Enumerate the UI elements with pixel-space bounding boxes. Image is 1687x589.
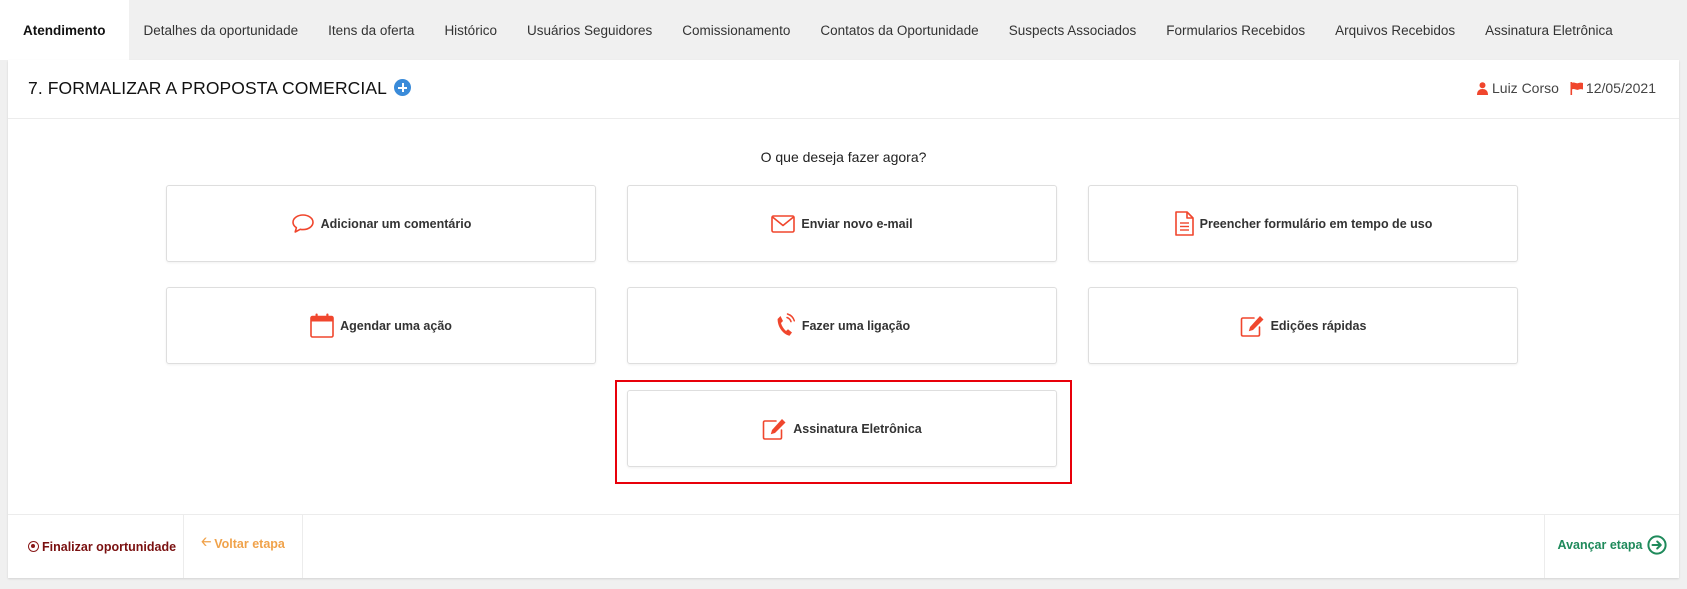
schedule-action-button[interactable]: Agendar uma ação: [166, 287, 596, 364]
tab-assinatura-eletronica[interactable]: Assinatura Eletrônica: [1470, 0, 1628, 60]
document-icon: [1174, 211, 1194, 236]
user-icon: [1477, 81, 1488, 95]
quick-edit-button[interactable]: Edições rápidas: [1088, 287, 1518, 364]
flag-icon: [1570, 81, 1583, 95]
finish-opportunity-button[interactable]: Finalizar oportunidade: [8, 515, 184, 578]
tab-atendimento[interactable]: Atendimento: [0, 0, 129, 60]
stage-header: 7. FORMALIZAR A PROPOSTA COMERCIAL Luiz …: [8, 60, 1679, 119]
tab-contatos-da-oportunidade[interactable]: Contatos da Oportunidade: [805, 0, 993, 60]
tab-itens-da-oferta[interactable]: Itens da oferta: [313, 0, 429, 60]
tab-suspects-associados[interactable]: Suspects Associados: [994, 0, 1152, 60]
add-comment-label: Adicionar um comentário: [320, 216, 472, 231]
radio-dot-icon: [28, 541, 39, 552]
make-call-button[interactable]: Fazer uma ligação: [627, 287, 1057, 364]
send-email-label: Enviar novo e-mail: [801, 216, 913, 231]
tab-formularios-recebidos[interactable]: Formularios Recebidos: [1151, 0, 1320, 60]
envelope-icon: [771, 214, 796, 233]
comment-icon: [291, 214, 314, 233]
phone-icon: [777, 313, 795, 336]
add-icon[interactable]: [394, 79, 411, 96]
tab-usuarios-seguidores[interactable]: Usuários Seguidores: [512, 0, 667, 60]
tab-bar: Atendimento Detalhes da oportunidade Ite…: [0, 0, 1628, 60]
schedule-action-label: Agendar uma ação: [340, 318, 452, 333]
fill-form-label: Preencher formulário em tempo de uso: [1199, 216, 1433, 231]
edit-icon: [762, 418, 786, 440]
stage-footer: Finalizar oportunidade 🡠 Voltar etapa Av…: [8, 514, 1679, 578]
tab-arquivos-recebidos[interactable]: Arquivos Recebidos: [1320, 0, 1470, 60]
send-email-button[interactable]: Enviar novo e-mail: [627, 185, 1057, 262]
stage-panel: 7. FORMALIZAR A PROPOSTA COMERCIAL Luiz …: [8, 60, 1679, 578]
stage-title: 7. FORMALIZAR A PROPOSTA COMERCIAL: [28, 78, 387, 98]
add-comment-button[interactable]: Adicionar um comentário: [166, 185, 596, 262]
e-signature-label: Assinatura Eletrônica: [793, 421, 922, 436]
stage-date: 12/05/2021: [1585, 80, 1656, 96]
tab-comissionamento[interactable]: Comissionamento: [667, 0, 805, 60]
next-stage-label: Avançar etapa: [1557, 537, 1643, 552]
e-signature-button[interactable]: Assinatura Eletrônica: [627, 390, 1057, 467]
calendar-icon: [310, 313, 334, 338]
arrow-left-icon: 🡠: [201, 535, 212, 549]
arrow-circle-right-icon: [1646, 534, 1667, 555]
stage-meta: Luiz Corso 12/05/2021: [1477, 80, 1656, 96]
fill-form-button[interactable]: Preencher formulário em tempo de uso: [1088, 185, 1518, 262]
tab-detalhes-da-oportunidade[interactable]: Detalhes da oportunidade: [129, 0, 314, 60]
tab-historico[interactable]: Histórico: [429, 0, 512, 60]
edit-icon: [1240, 315, 1264, 337]
finish-opportunity-label: Finalizar oportunidade: [42, 539, 177, 554]
previous-stage-button[interactable]: 🡠 Voltar etapa: [184, 515, 303, 578]
action-prompt: O que deseja fazer agora?: [760, 149, 927, 165]
previous-stage-label: Voltar etapa: [214, 536, 285, 551]
quick-edit-label: Edições rápidas: [1270, 318, 1367, 333]
next-stage-button[interactable]: Avançar etapa: [1544, 515, 1679, 578]
make-call-label: Fazer uma ligação: [801, 318, 911, 333]
owner-name: Luiz Corso: [1492, 80, 1559, 96]
